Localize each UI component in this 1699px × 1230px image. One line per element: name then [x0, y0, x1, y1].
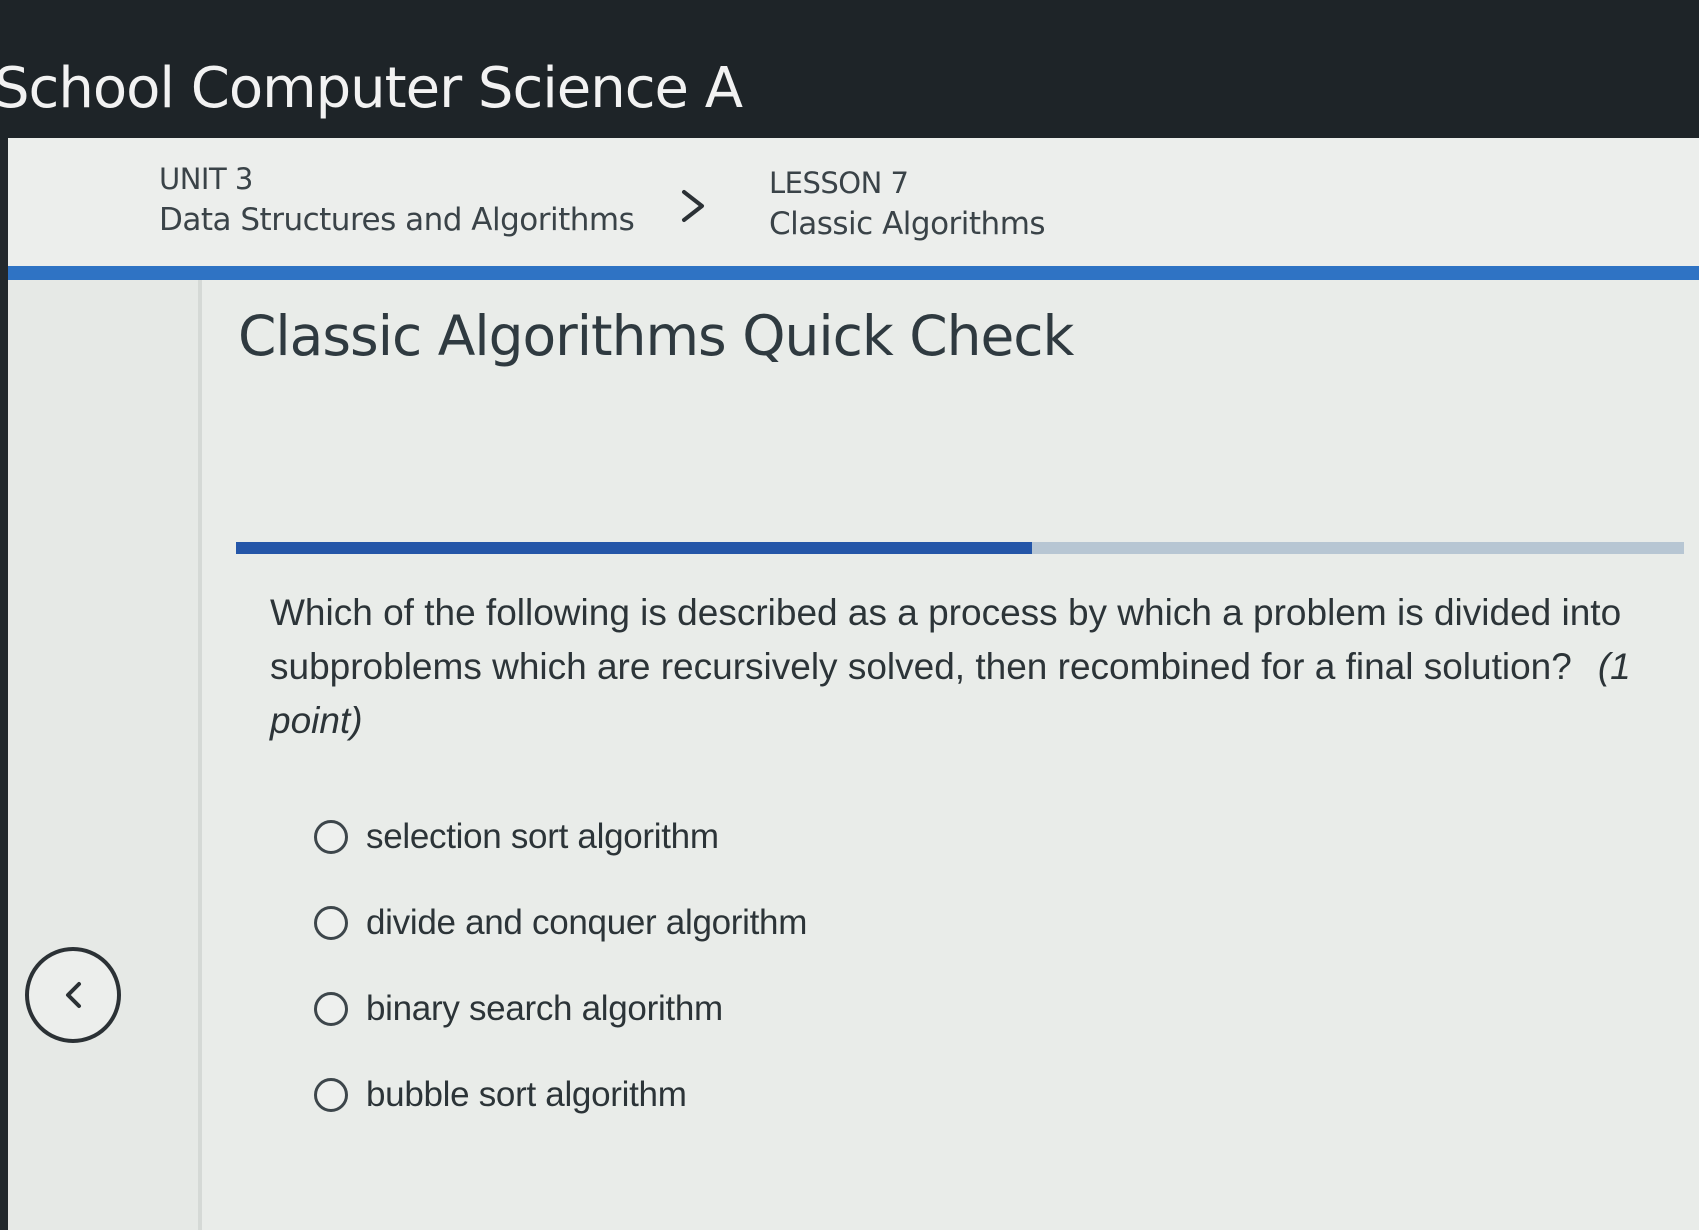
back-button[interactable]: [25, 947, 121, 1043]
breadcrumb-lesson[interactable]: LESSON 7 Classic Algorithms: [769, 166, 1046, 242]
answer-option[interactable]: bubble sort algorithm: [314, 1070, 687, 1120]
quiz-title: Classic Algorithms Quick Check: [238, 304, 1074, 368]
answer-option-label: binary search algorithm: [366, 989, 723, 1028]
answer-option-label: selection sort algorithm: [366, 817, 719, 856]
progress-bar-fill: [236, 542, 1033, 554]
breadcrumb-divider: [8, 266, 1699, 280]
answer-option[interactable]: binary search algorithm: [314, 984, 723, 1034]
chevron-left-icon: [66, 982, 81, 1008]
progress-bar: [236, 542, 1684, 554]
lesson-page: UNIT 3 Data Structures and Algorithms LE…: [8, 138, 1699, 1230]
answer-option[interactable]: selection sort algorithm: [314, 812, 719, 862]
breadcrumb-unit[interactable]: UNIT 3 Data Structures and Algorithms: [159, 162, 635, 238]
question-text: Which of the following is described as a…: [270, 586, 1640, 748]
radio-button[interactable]: [314, 1078, 348, 1112]
question-prompt: Which of the following is described as a…: [270, 592, 1622, 687]
course-title: School Computer Science A: [0, 56, 743, 121]
answer-option[interactable]: divide and conquer algorithm: [314, 898, 807, 948]
lesson-number: LESSON 7: [769, 166, 909, 200]
side-navigation: [8, 280, 198, 1230]
chevron-right-icon: [682, 190, 704, 222]
radio-button[interactable]: [314, 992, 348, 1026]
radio-button[interactable]: [314, 820, 348, 854]
breadcrumb: UNIT 3 Data Structures and Algorithms LE…: [8, 138, 1699, 266]
answer-option-label: bubble sort algorithm: [366, 1075, 687, 1114]
unit-name: Data Structures and Algorithms: [159, 202, 635, 238]
lesson-name: Classic Algorithms: [769, 206, 1046, 242]
unit-number: UNIT 3: [159, 162, 253, 196]
answer-option-label: divide and conquer algorithm: [366, 903, 808, 942]
quiz-panel: Classic Algorithms Quick Check Which of …: [198, 280, 1699, 1230]
course-header: School Computer Science A: [0, 0, 1699, 140]
radio-button[interactable]: [314, 906, 348, 940]
